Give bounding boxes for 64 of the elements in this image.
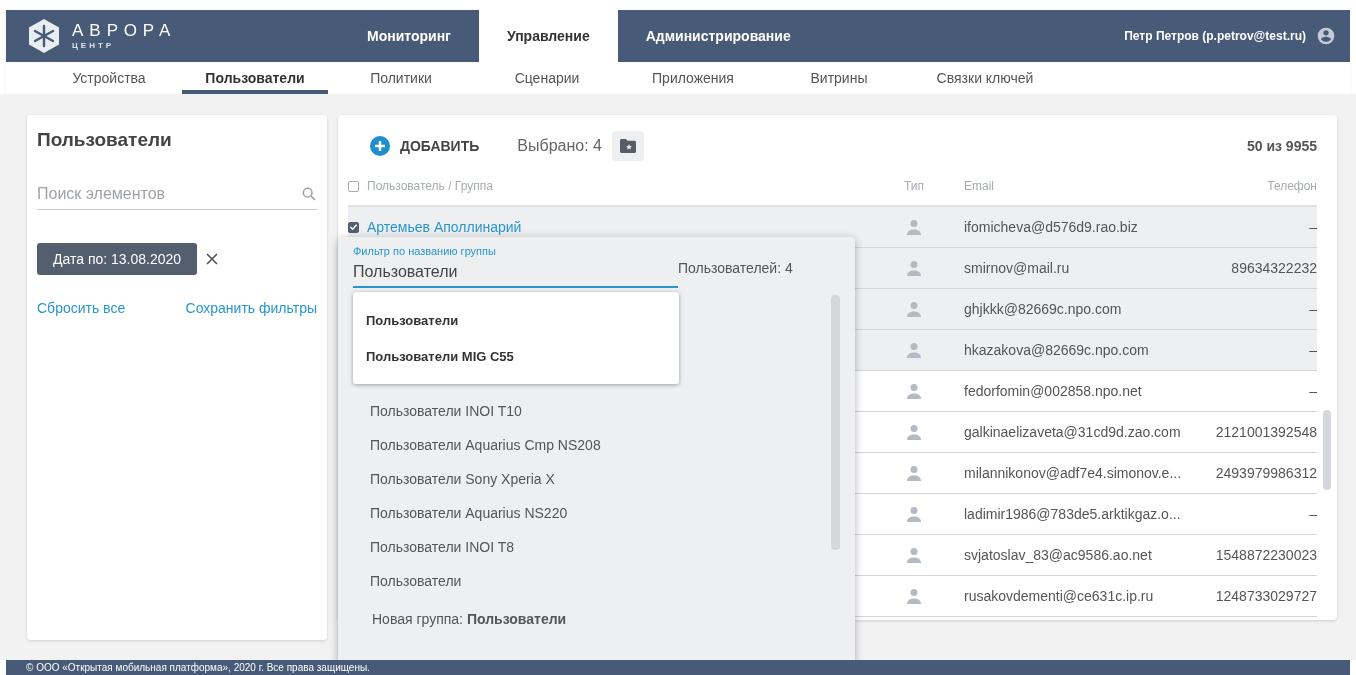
group-item[interactable]: Пользователи Aquarius Cmp NS208 <box>353 428 601 462</box>
nav-tab[interactable]: Управление <box>478 10 618 62</box>
reset-link[interactable]: Сбросить все <box>37 300 126 316</box>
phone-cell-text: – <box>1308 301 1317 317</box>
field-label: Фильтр по названию группы <box>353 245 497 257</box>
phone-cell-text: 89634322232 <box>1230 260 1317 276</box>
group-item[interactable]: Пользователи <box>353 564 462 598</box>
search-icon[interactable] <box>301 186 317 202</box>
plus-icon <box>370 136 390 156</box>
scrollbar[interactable] <box>831 295 840 550</box>
phone-cell-text: 2493979986312 <box>1214 465 1317 481</box>
group-item[interactable]: Пользователи INOI T8 <box>353 530 515 564</box>
phone-cell-text: 1548872230023 <box>1214 547 1317 563</box>
subnav-tab[interactable]: Политики <box>328 62 474 94</box>
suggestion-item[interactable]: Пользователи <box>353 302 679 338</box>
phone-cell-text: – <box>1308 506 1317 522</box>
account-icon[interactable] <box>1316 26 1336 46</box>
user-name[interactable]: Петр Петров (p.petrov@test.ru) <box>1124 29 1306 43</box>
person-icon <box>906 342 922 358</box>
person-icon <box>906 588 922 604</box>
person-icon <box>906 383 922 399</box>
phone-cell-text: 1248733029727 <box>1214 588 1317 604</box>
person-icon <box>906 547 922 563</box>
group-item[interactable]: Пользователи Aquarius NS220 <box>353 496 568 530</box>
users-count: Пользователей: 4 <box>678 260 793 276</box>
group-filter-field[interactable]: Пользователи <box>353 257 678 288</box>
phone-cell-text: – <box>1308 219 1317 235</box>
copyright-text: © ООО «Открытая мобильная платформа», 2020 г. Все права защищены. <box>26 661 370 675</box>
group-item[interactable]: Пользователи Sony Xperia X <box>353 462 555 496</box>
nav-tab[interactable]: Мониторинг <box>339 10 479 62</box>
person-icon <box>906 506 922 522</box>
suggestion-item[interactable]: Пользователи MIG C55 <box>353 338 679 374</box>
selected-count: Выбрано: 4 <box>517 137 602 155</box>
select-all-checkbox[interactable] <box>348 180 359 192</box>
filter-chip: Дата по: 13.08.2020 <box>37 243 198 275</box>
subnav-tab[interactable]: Сценарии <box>474 62 620 94</box>
logo-title: АВРОРА <box>72 22 177 39</box>
folder-button[interactable] <box>611 131 644 161</box>
folder-star-icon <box>619 139 636 153</box>
search-field[interactable]: Поиск элементов <box>37 185 301 203</box>
subnav-tab[interactable]: Устройства <box>36 62 182 94</box>
add-button[interactable]: ДОБАВИТЬ <box>348 132 488 160</box>
subnav-tab[interactable]: Витрины <box>766 62 912 94</box>
logo-subtitle: ЦЕНТР <box>72 42 116 50</box>
person-icon <box>906 301 922 317</box>
person-icon <box>906 219 922 235</box>
row-checkbox[interactable] <box>348 221 359 233</box>
phone-cell-text: 2121001392548 <box>1214 424 1317 440</box>
total-count: 50 из 9955 <box>1246 138 1317 154</box>
phone-cell-text: – <box>1308 342 1317 358</box>
person-icon <box>906 424 922 440</box>
nav-tab[interactable]: Администрирование <box>617 10 819 62</box>
subnav-tab[interactable]: Приложения <box>620 62 766 94</box>
save-filters-link[interactable]: Сохранить фильтры <box>185 300 317 316</box>
scrollbar[interactable] <box>1323 410 1331 490</box>
group-item[interactable]: Пользователи INOI T10 <box>353 394 522 428</box>
new-group-text: Новая группа: Пользователи <box>371 611 568 627</box>
logo-icon <box>26 18 62 54</box>
panel-title: Пользователи <box>37 129 173 151</box>
person-icon <box>906 465 922 481</box>
close-icon[interactable] <box>206 253 219 265</box>
person-icon <box>906 260 922 276</box>
subnav-tab[interactable]: Связки ключей <box>912 62 1058 94</box>
phone-cell-text: – <box>1308 383 1317 399</box>
